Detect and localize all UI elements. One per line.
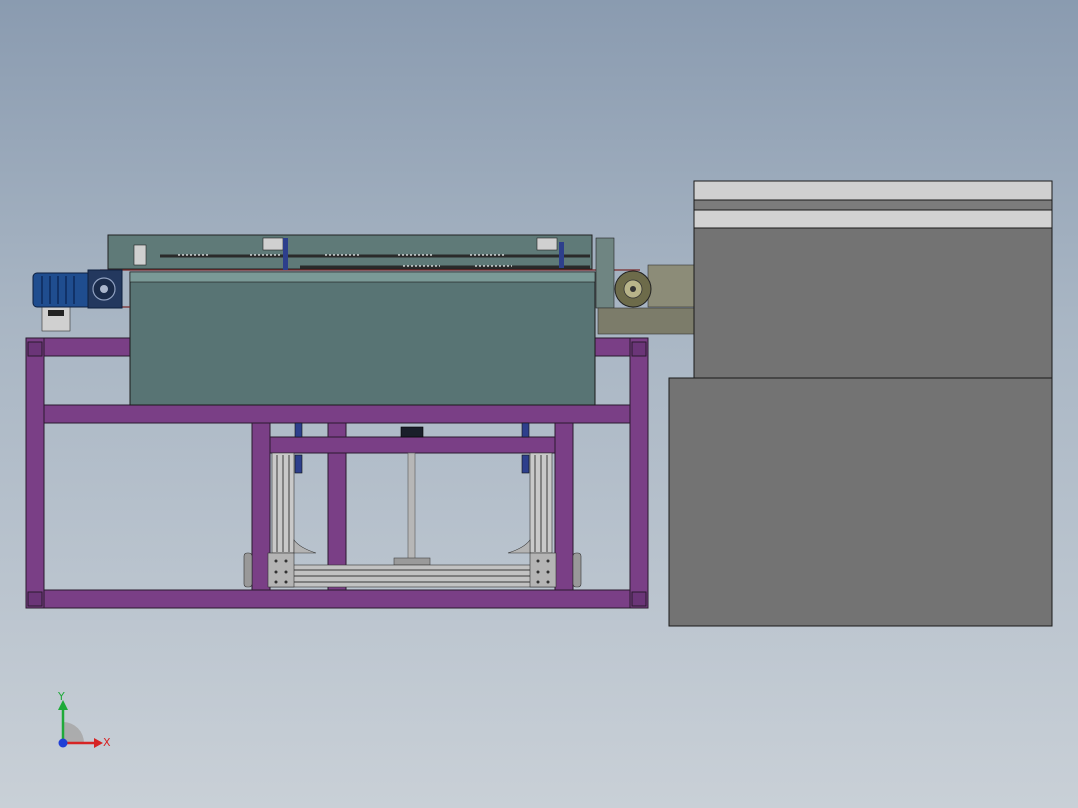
cabinet-lid	[693, 209, 1053, 229]
clamp-plate	[559, 242, 564, 268]
frame-middle-rail	[25, 404, 649, 424]
cabinet-top-panel	[693, 180, 1053, 201]
corner-bracket	[529, 552, 557, 588]
frame-bottom-rail	[25, 589, 649, 609]
bearing-block	[133, 244, 147, 266]
main-tank	[129, 271, 596, 406]
outfeed-chute	[597, 307, 695, 335]
tank-lip	[129, 271, 596, 283]
z-axis-dot	[58, 738, 68, 748]
cad-model-drawing: Y X	[25, 180, 1053, 749]
bearing-block	[262, 237, 284, 251]
roller-bracket	[595, 237, 615, 309]
frame-corner-cap	[27, 591, 43, 607]
subframe-right-post	[554, 422, 574, 591]
frame-corner-cap	[631, 341, 647, 357]
guide-block	[521, 454, 530, 474]
guide-block	[521, 422, 530, 438]
coordinate-triad: Y X	[57, 690, 111, 749]
conveyor-body	[100, 234, 640, 406]
gusset	[507, 539, 531, 554]
cylinder-rod	[407, 452, 416, 562]
cylinder-foot	[393, 557, 431, 566]
cylinder-head	[400, 426, 424, 438]
gray-cabinet	[668, 180, 1053, 627]
frame-corner-cap	[631, 591, 647, 607]
subframe-cross-beam	[269, 436, 556, 454]
guide-block	[294, 422, 303, 438]
cad-viewport[interactable]: Y X	[0, 0, 1078, 808]
guide-block	[294, 454, 303, 474]
frame-right-post	[629, 337, 649, 609]
bearing-block	[536, 237, 558, 251]
cabinet-upper-body	[693, 227, 1053, 379]
drive-motor	[32, 269, 123, 332]
corner-bracket	[267, 552, 295, 588]
frame-left-post	[25, 337, 45, 609]
outfeed-roller	[595, 237, 695, 335]
x-axis-label: X	[103, 736, 111, 749]
cabinet-top-band	[693, 199, 1053, 211]
subframe-left-post	[251, 422, 271, 591]
side-roller	[572, 552, 582, 588]
upper-housing	[107, 234, 593, 270]
y-axis-label: Y	[57, 690, 65, 703]
cabinet-lower-body	[668, 377, 1053, 627]
frame-corner-cap	[27, 341, 43, 357]
side-roller	[243, 552, 253, 588]
clamp-plate	[283, 238, 288, 270]
gusset	[293, 539, 317, 554]
chute-hood	[647, 264, 695, 308]
